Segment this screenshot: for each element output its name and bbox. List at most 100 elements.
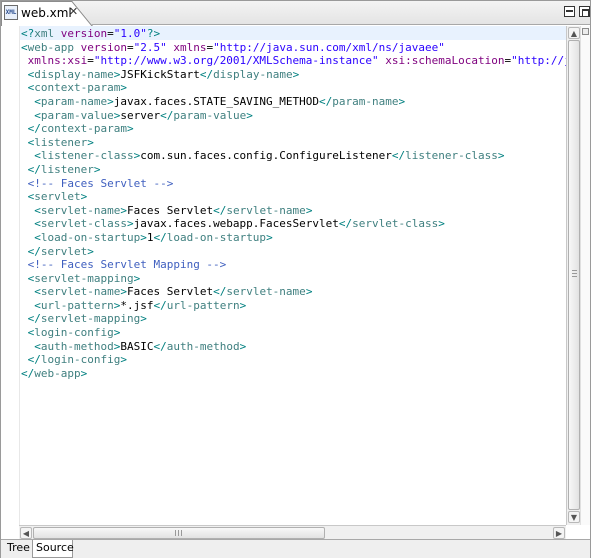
tag-token: load-on-startup [40,230,141,244]
tag-token: web-app [34,366,81,380]
bracket-token: </ [213,285,227,299]
code-line[interactable]: <url-pattern>*.jsf</url-pattern> [21,299,566,313]
tag-token: login-config [34,326,114,340]
tag-token: servlet-name [226,203,306,217]
code-line[interactable]: <servlet-name>Faces Servlet</servlet-nam… [21,285,566,299]
code-line[interactable]: </context-param> [21,122,566,136]
bracket-token: </ [153,339,167,353]
bracket-token: < [34,108,41,122]
scroll-right-icon[interactable]: ▶ [553,527,565,539]
code-line[interactable]: <!-- Faces Servlet Mapping --> [21,258,566,272]
horizontal-scroll-thumb[interactable] [33,527,325,539]
code-line[interactable]: <servlet> [21,190,566,204]
code-line[interactable]: xmlns:xsi="http://www.w3.org/2001/XMLSch… [21,54,566,68]
scroll-left-icon[interactable]: ◀ [20,527,32,539]
code-line[interactable]: <load-on-startup>1</load-on-startup> [21,231,566,245]
bracket-token: > [107,94,114,108]
bracket-token: < [34,339,41,353]
code-line[interactable]: <param-value>server</param-value> [21,109,566,123]
code-line[interactable]: </servlet> [21,245,566,259]
minimize-icon[interactable] [564,6,575,17]
bracket-token: > [292,67,300,81]
tag-token: xml [34,27,61,40]
bracket-token: > [120,81,127,95]
bracket-token: < [34,149,41,163]
scroll-up-icon[interactable]: ▲ [568,27,580,39]
tag-token: display-name [213,67,293,81]
bracket-token: > [80,366,88,380]
bracket-token: </ [27,244,41,258]
tag-token: context-param [34,81,121,95]
code-line[interactable]: <auth-method>BASIC</auth-method> [21,340,566,354]
bracket-token: > [398,94,406,108]
code-line[interactable]: <web-app version="2.5" xmlns="http://jav… [21,41,566,55]
code-line[interactable]: <servlet-class>javax.faces.webapp.FacesS… [21,217,566,231]
bracket-token: > [113,326,121,340]
bracket-token: > [266,230,273,244]
bracket-token: </ [153,298,167,312]
code-line[interactable]: <listener-class>com.sun.faces.config.Con… [21,149,566,163]
code-line[interactable]: <?xml version="1.0"?> [21,27,566,41]
code-line[interactable]: </web-app> [21,367,566,381]
bracket-token: < [34,230,41,244]
bracket-token: </ [391,149,406,163]
vertical-scroll-thumb[interactable] [568,40,580,510]
bracket-token: </ [338,217,353,231]
code-line[interactable]: <servlet-name>Faces Servlet</servlet-nam… [21,204,566,218]
tab-title[interactable]: web.xml [21,6,72,20]
code-line[interactable]: </listener> [21,163,566,177]
code-line[interactable]: <listener> [21,136,566,150]
text-token: javax.faces.webapp.FacesServlet [133,217,339,231]
bracket-token: > [239,339,247,353]
code-line[interactable]: <!-- Faces Servlet --> [21,177,566,191]
overview-marker-icon[interactable] [582,28,589,35]
text-token: Faces Servlet [126,203,214,217]
bracket-token: > [87,244,94,258]
bracket-token: > [126,122,134,136]
grip-icon [572,270,577,277]
code-line[interactable]: <servlet-mapping> [21,272,566,286]
vertical-scrollbar[interactable]: ▲ ▼ [566,26,580,525]
attribute-token: xmlns [173,40,207,54]
code-text[interactable]: <?xml version="1.0"?> <web-app version="2… [21,27,566,380]
tag-token: servlet [40,244,88,258]
code-line[interactable]: <display-name>JSFKickStart</display-name… [21,68,566,82]
code-line[interactable]: </servlet-mapping> [21,312,566,326]
tab-source[interactable]: Source [32,540,74,558]
editor-gutter [2,26,20,525]
tag-token: auth-method [166,339,240,353]
bracket-token: > [140,312,147,326]
scroll-down-icon[interactable]: ▼ [568,511,580,523]
source-editor[interactable]: <?xml version="1.0"?> <web-app version="2… [2,26,566,525]
tag-token: url-pattern [166,298,240,312]
code-line[interactable]: <context-param> [21,81,566,95]
bracket-token: > [239,298,247,312]
tag-token: listener [34,135,88,149]
maximize-icon[interactable] [579,6,590,17]
tag-token: web-app [27,40,81,54]
tag-token: listener [40,162,94,176]
bracket-token: > [93,162,101,176]
text-token: = [107,27,114,40]
code-line[interactable]: <param-name>javax.faces.STATE_SAVING_MET… [21,95,566,109]
horizontal-scrollbar[interactable]: ◀ ▶ [19,525,566,539]
value-token: "http://java.sun.com/xml/ns/javaee http:… [511,54,566,68]
tag-token: servlet-class [352,217,439,231]
close-icon[interactable]: ✕ [68,6,79,17]
bracket-token: > [80,190,88,204]
tab-tree[interactable]: Tree [4,540,32,558]
bracket-token: </ [213,203,227,217]
code-line[interactable]: </login-config> [21,353,566,367]
code-line[interactable]: <login-config> [21,326,566,340]
